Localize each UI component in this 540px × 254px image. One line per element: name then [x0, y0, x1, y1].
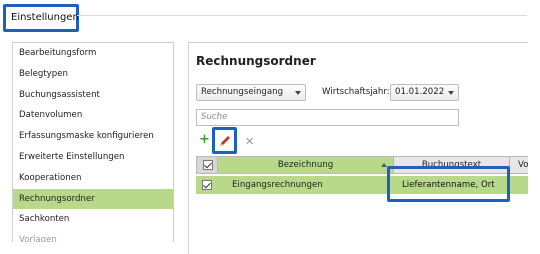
- sidebar-item-kooperationen[interactable]: Kooperationen: [13, 168, 173, 189]
- cell-bezeichnung: Eingangsrechnungen: [232, 180, 323, 190]
- search-input[interactable]: Suche: [196, 109, 459, 126]
- column-header-bezeichnung[interactable]: Bezeichnung: [218, 156, 394, 174]
- sidebar-item-erfassungsmaske[interactable]: Erfassungsmaske konfigurieren: [13, 126, 173, 147]
- column-header-vorlage[interactable]: Vo: [510, 156, 528, 174]
- sidebar-item-datenvolumen[interactable]: Datenvolumen: [13, 105, 173, 126]
- sidebar-item-sachkonten[interactable]: Sachkonten: [13, 209, 173, 230]
- title-divider: [77, 15, 527, 16]
- sidebar-item-vorlagen[interactable]: Vorlagen: [13, 230, 173, 242]
- select-all-checkbox[interactable]: [203, 160, 213, 170]
- plus-icon[interactable]: +: [199, 133, 210, 146]
- fiscal-year-select[interactable]: 01.01.2022: [390, 84, 459, 101]
- sidebar-item-buchungsassistent[interactable]: Buchungsassistent: [13, 85, 173, 106]
- sidebar-item-bearbeitungsform[interactable]: Bearbeitungsform: [13, 43, 173, 64]
- settings-sidebar: Bearbeitungsform Belegtypen Buchungsassi…: [12, 42, 174, 242]
- type-select-value: Rechnungseingang: [201, 87, 284, 97]
- chevron-down-icon: [448, 91, 454, 95]
- fiscal-year-label: Wirtschaftsjahr:: [322, 87, 390, 97]
- type-select[interactable]: Rechnungseingang: [196, 84, 306, 101]
- buchungstext-highlight: [387, 166, 510, 202]
- window-title: Einstellungen: [11, 12, 79, 23]
- edit-button[interactable]: [212, 127, 237, 154]
- x-icon[interactable]: ✕: [245, 136, 254, 147]
- main-panel: [188, 42, 528, 254]
- fiscal-year-value: 01.01.2022: [395, 87, 445, 97]
- sidebar-item-rechnungsordner[interactable]: Rechnungsordner: [13, 188, 173, 210]
- sort-ascending-icon: [381, 163, 387, 167]
- chevron-down-icon: [295, 91, 301, 95]
- select-all-checkbox-cell[interactable]: [196, 156, 218, 174]
- row-checkbox-cell[interactable]: [196, 176, 218, 194]
- pencil-icon: [220, 136, 230, 146]
- page-title: Rechnungsordner: [196, 54, 316, 68]
- sidebar-item-belegtypen[interactable]: Belegtypen: [13, 64, 173, 85]
- row-checkbox[interactable]: [202, 180, 212, 190]
- sidebar-item-erweiterte-einstellungen[interactable]: Erweiterte Einstellungen: [13, 147, 173, 168]
